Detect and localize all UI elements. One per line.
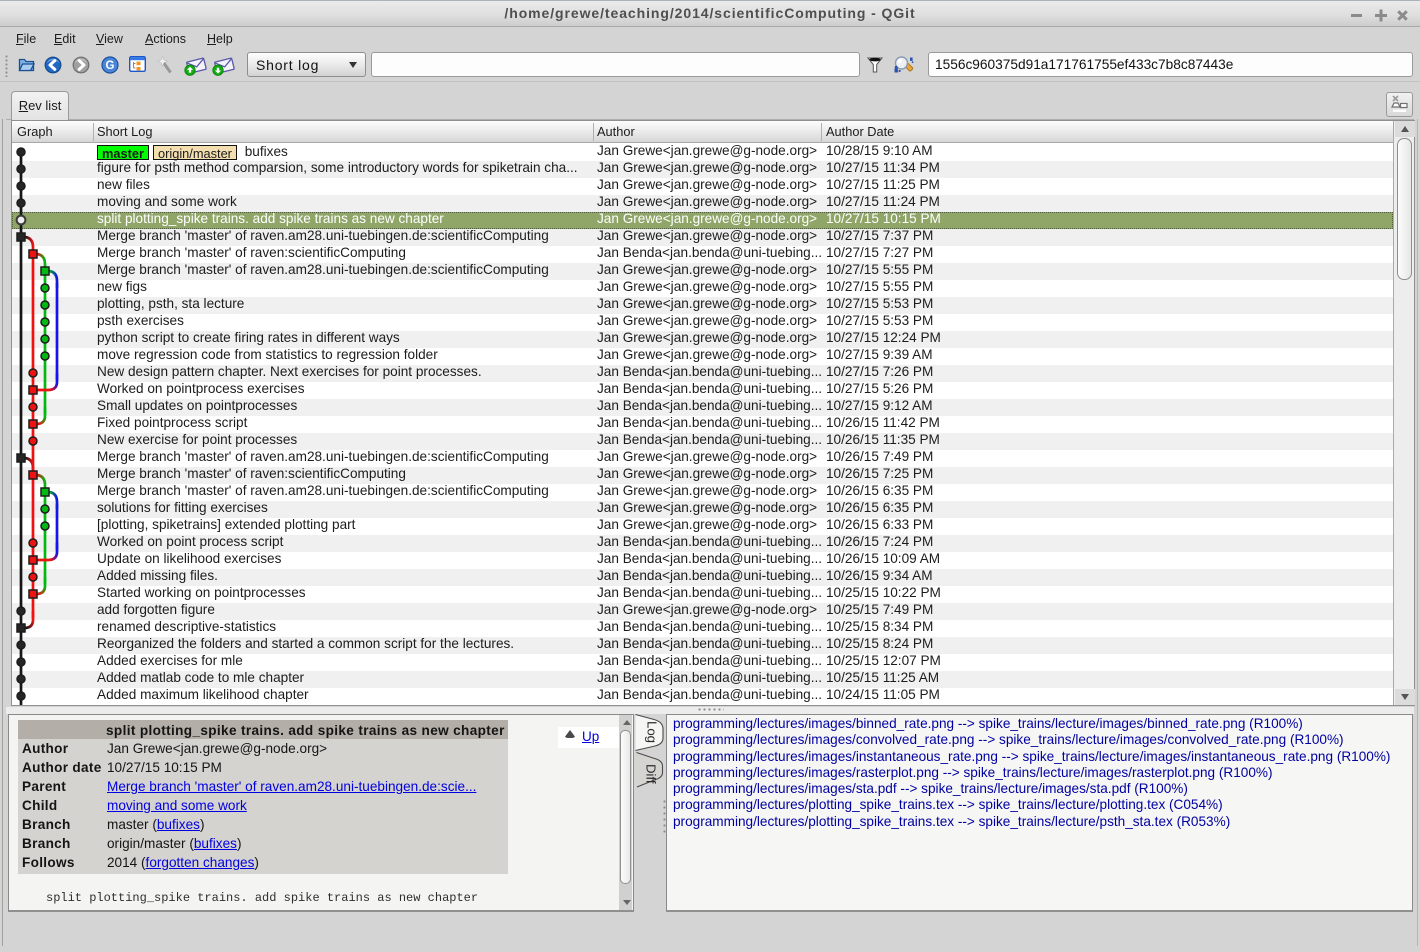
svg-text:Log: Log	[645, 721, 660, 743]
svg-text:Diff: Diff	[644, 764, 659, 784]
svg-text:G: G	[106, 60, 115, 72]
